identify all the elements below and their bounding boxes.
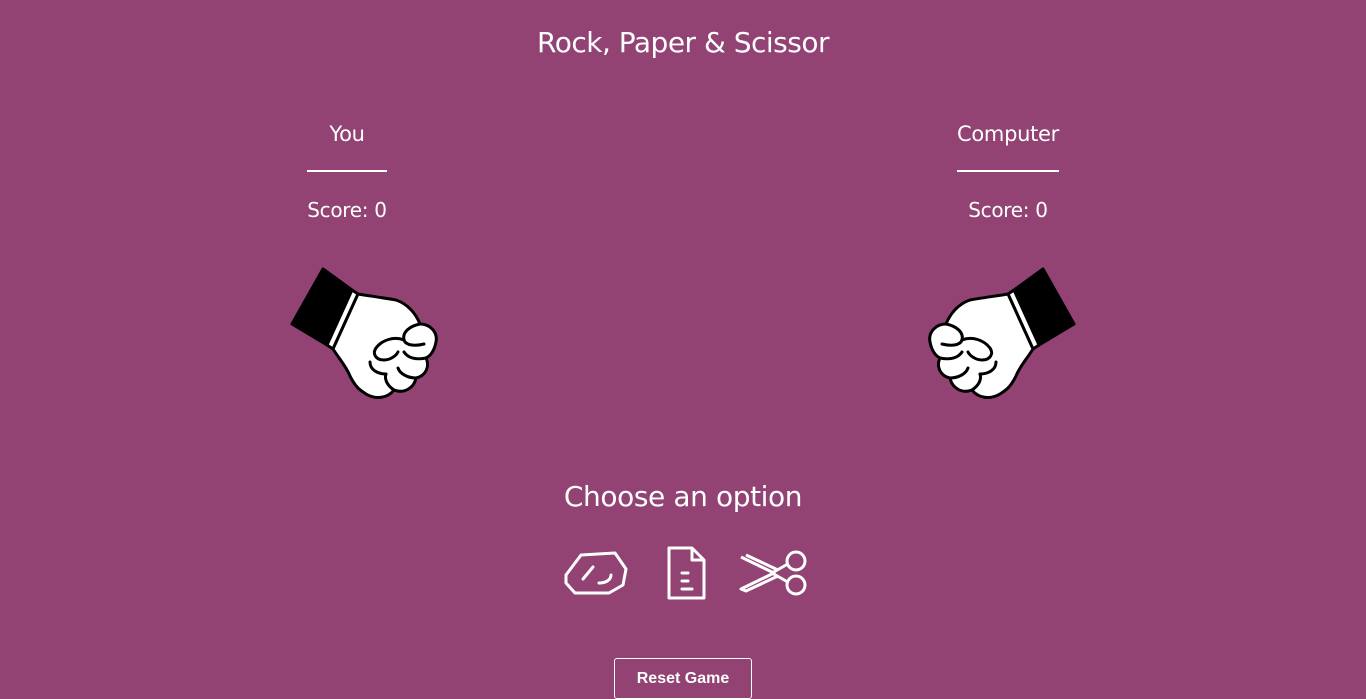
player-computer-fist-icon <box>926 266 1076 402</box>
choose-option-prompt: Choose an option <box>563 480 803 513</box>
player-you-panel: You Score: 0 <box>307 120 387 224</box>
rock-icon <box>564 551 628 595</box>
player-computer-divider <box>957 170 1059 172</box>
rock-option-button[interactable] <box>563 545 629 603</box>
player-you-score: Score: 0 <box>307 198 387 222</box>
option-buttons <box>0 545 1366 605</box>
player-you-fist-icon <box>290 266 440 402</box>
scissors-option-button[interactable] <box>738 545 808 603</box>
player-you-name: You <box>329 122 365 146</box>
paper-option-button[interactable] <box>664 545 708 603</box>
player-computer-name: Computer <box>957 122 1059 146</box>
player-computer-score: Score: 0 <box>968 198 1048 222</box>
player-computer-panel: Computer Score: 0 <box>948 120 1068 224</box>
reset-game-button[interactable]: Reset Game <box>614 658 752 699</box>
page-title: Rock, Paper & Scissor <box>537 26 829 59</box>
scissors-icon <box>739 550 807 596</box>
player-you-divider <box>307 170 387 172</box>
paper-icon <box>667 546 706 600</box>
